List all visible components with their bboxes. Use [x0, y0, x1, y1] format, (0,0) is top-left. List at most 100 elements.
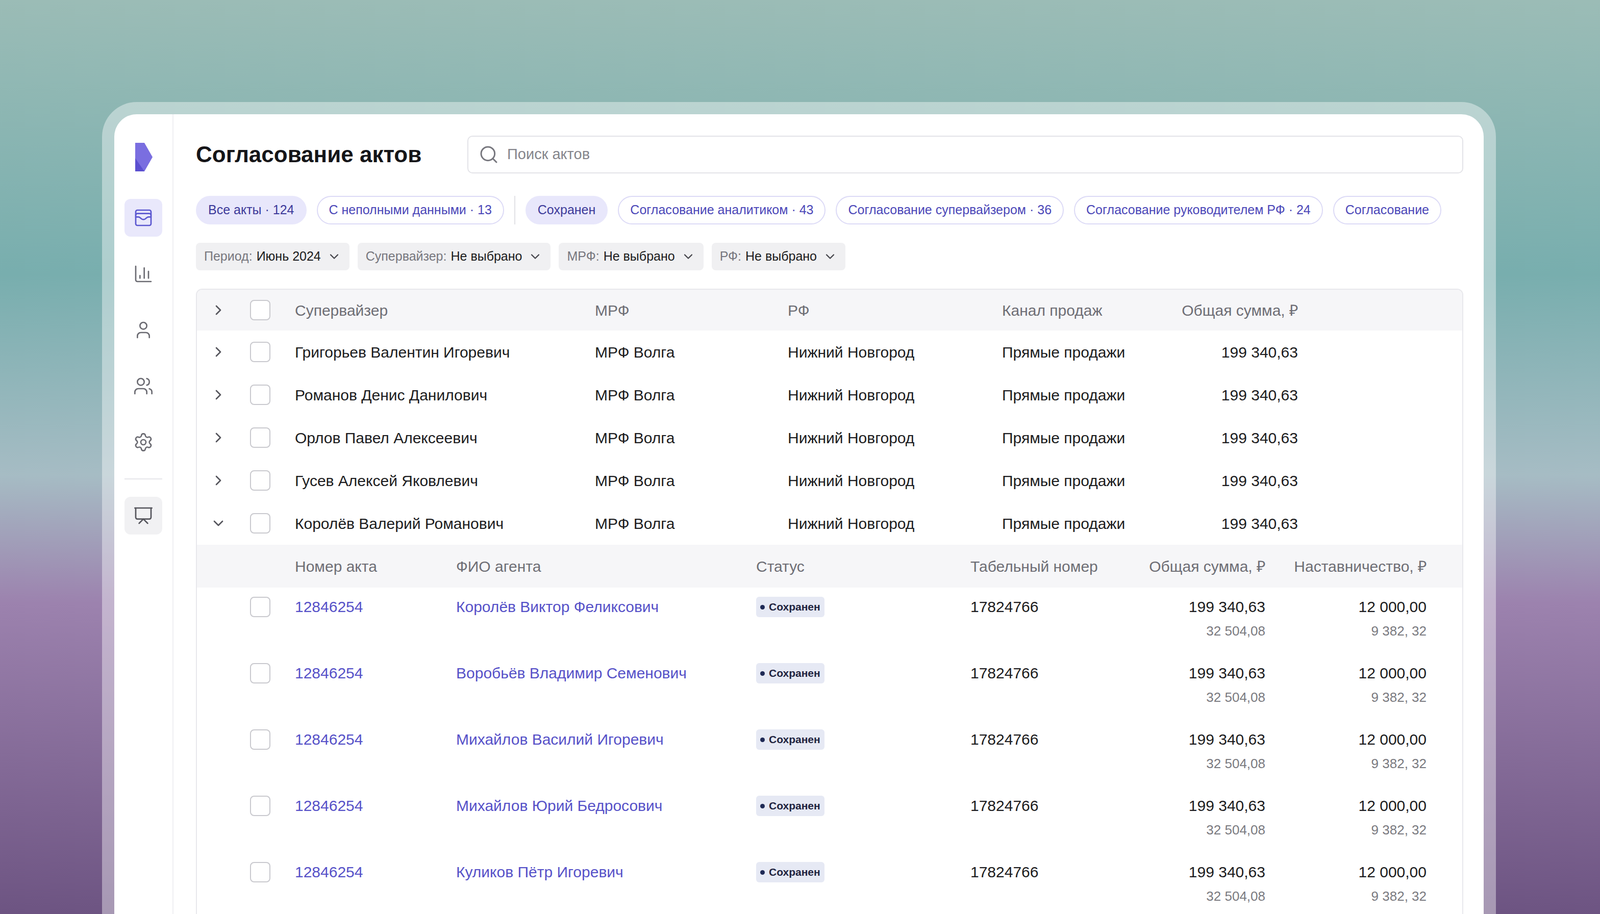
status-dot — [760, 605, 765, 610]
acts-subtable: Номер актаФИО агентаСтатусТабельный номе… — [196, 544, 1463, 914]
expand-toggle[interactable] — [196, 386, 240, 404]
chevron-right-icon — [210, 472, 227, 489]
checkbox[interactable] — [250, 427, 271, 448]
checkbox[interactable] — [250, 862, 271, 883]
supervisor-group: Гусев Алексей ЯковлевичМРФ ВолгаНижний Н… — [196, 459, 1463, 503]
agent-link[interactable]: Куликов Пётр Игоревич — [456, 862, 757, 883]
filter-dropdown[interactable]: РФ:Не выбрано — [711, 242, 846, 271]
checkbox[interactable] — [250, 513, 271, 534]
act-row[interactable]: 12846254Королёв Виктор ФеликсовичСохране… — [196, 587, 1463, 655]
search-field[interactable] — [467, 135, 1464, 174]
table-row[interactable]: Романов Денис ДаниловичМРФ ВолгаНижний Н… — [196, 373, 1463, 417]
column-header: Номер акта — [294, 555, 457, 579]
sidebar-item[interactable] — [124, 311, 163, 349]
act-row[interactable]: 12846254Михайлов Василий ИгоревичСохране… — [196, 720, 1463, 787]
checkbox[interactable] — [250, 341, 271, 363]
status-badge: Сохранен — [756, 596, 825, 618]
chip-separator — [514, 195, 516, 225]
filters: Период:Июнь 2024Супервайзер:Не выбраноМР… — [195, 242, 1464, 271]
agent-link[interactable]: Михайлов Василий Игоревич — [456, 729, 757, 750]
column-header: Канал продаж — [1002, 298, 1171, 322]
column-header: Наставничество, ₽ — [1265, 555, 1427, 579]
filter-chip[interactable]: Согласование аналитиком · 43 — [617, 195, 826, 225]
chevron-down-icon — [528, 249, 543, 264]
status-dot — [760, 870, 765, 875]
table-header: СупервайзерМРФРФКанал продажОбщая сумма,… — [196, 289, 1463, 331]
search-input[interactable] — [507, 143, 1453, 166]
filter-dropdown[interactable]: МРФ:Не выбрано — [558, 242, 704, 271]
filter-dropdown[interactable]: Период:Июнь 2024 — [195, 242, 350, 271]
filter-chip[interactable]: Все акты · 124 — [195, 195, 307, 225]
chevron-right-icon — [210, 429, 227, 446]
chevron-right-icon — [210, 343, 227, 361]
sidebar — [114, 114, 174, 914]
acts-table: СупервайзерМРФРФКанал продажОбщая сумма,… — [195, 288, 1464, 914]
search-icon — [478, 144, 499, 165]
checkbox[interactable] — [250, 470, 271, 491]
agent-link[interactable]: Михайлов Юрий Бедросович — [456, 795, 757, 817]
app-frame: Согласование актов Все акты · 124 С неполн… — [102, 102, 1496, 914]
filter-chip[interactable]: Сохранен — [525, 195, 609, 225]
status-dot — [760, 671, 765, 677]
status-badge: Сохранен — [756, 862, 825, 883]
main: Согласование актов Все акты · 124 С неполн… — [173, 114, 1484, 914]
table-row[interactable]: Гусев Алексей ЯковлевичМРФ ВолгаНижний Н… — [196, 459, 1463, 503]
sidebar-item[interactable] — [124, 496, 163, 535]
act-number-link[interactable]: 12846254 — [294, 729, 457, 750]
status-badge: Сохранен — [756, 663, 825, 684]
expand-toggle[interactable] — [196, 472, 240, 489]
agents-icon — [133, 376, 154, 397]
checkbox[interactable] — [250, 795, 271, 817]
checkbox[interactable] — [250, 663, 271, 684]
agent-link[interactable]: Королёв Виктор Феликсович — [456, 596, 757, 618]
status-chips: Все акты · 124 С неполными данными · 13 Со… — [195, 195, 1464, 225]
column-header: Общая сумма, ₽ — [1170, 298, 1298, 322]
supervisor-group: Королёв Валерий РомановичМРФ ВолгаНижний… — [196, 502, 1463, 914]
sidebar-divider — [124, 478, 163, 480]
supervisor-group: Орлов Павел АлексеевичМРФ ВолгаНижний Но… — [196, 416, 1463, 460]
acts-icon — [133, 207, 154, 229]
chevron-down-icon — [681, 249, 696, 264]
column-header: МРФ — [594, 298, 788, 322]
filter-chip[interactable]: Согласование супервайзером · 36 — [835, 195, 1064, 225]
checkbox[interactable] — [250, 729, 271, 750]
column-header: Супервайзер — [294, 298, 595, 322]
expand-toggle[interactable] — [196, 343, 240, 361]
presentation-icon — [133, 505, 154, 527]
column-header: РФ — [787, 298, 1003, 322]
column-header: Общая сумма, ₽ — [1138, 555, 1266, 579]
filter-chip[interactable]: Согласование руководителем РФ · 24 — [1073, 195, 1323, 225]
act-number-link[interactable]: 12846254 — [294, 862, 457, 883]
act-number-link[interactable]: 12846254 — [294, 663, 457, 684]
act-row[interactable]: 12846254Куликов Пётр ИгоревичСохранен178… — [196, 853, 1463, 914]
checkbox[interactable] — [250, 300, 271, 321]
sidebar-item[interactable] — [124, 367, 163, 406]
status-badge: Сохранен — [756, 729, 825, 750]
act-row[interactable]: 12846254Михайлов Юрий БедросовичСохранен… — [196, 786, 1463, 854]
checkbox[interactable] — [250, 596, 271, 618]
page-title: Согласование актов — [195, 137, 468, 172]
expand-toggle[interactable] — [196, 515, 240, 532]
sidebar-item[interactable] — [124, 198, 163, 237]
filter-chip[interactable]: С неполными данными · 13 — [316, 195, 505, 225]
column-header: Табельный номер — [970, 555, 1139, 579]
expand-toggle[interactable] — [196, 429, 240, 446]
profile-icon — [133, 319, 154, 341]
chevron-down-icon — [327, 249, 342, 264]
checkbox[interactable] — [250, 384, 271, 406]
desktop: Согласование актов Все акты · 124 С неполн… — [0, 0, 1600, 914]
chevron-right-icon — [210, 302, 227, 319]
agent-link[interactable]: Воробьёв Владимир Семенович — [456, 663, 757, 684]
filter-dropdown[interactable]: Супервайзер:Не выбрано — [357, 242, 552, 271]
sidebar-item[interactable] — [124, 423, 163, 462]
sidebar-item[interactable] — [124, 255, 163, 293]
act-number-link[interactable]: 12846254 — [294, 596, 457, 618]
status-dot — [760, 737, 765, 743]
act-number-link[interactable]: 12846254 — [294, 795, 457, 817]
table-row[interactable]: Григорьев Валентин ИгоревичМРФ ВолгаНижн… — [196, 330, 1463, 374]
expand-toggle[interactable] — [196, 302, 240, 319]
filter-chip[interactable]: Согласование — [1333, 195, 1442, 225]
table-row[interactable]: Королёв Валерий РомановичМРФ ВолгаНижний… — [196, 502, 1463, 545]
act-row[interactable]: 12846254Воробьёв Владимир СеменовичСохра… — [196, 654, 1463, 721]
table-row[interactable]: Орлов Павел АлексеевичМРФ ВолгаНижний Но… — [196, 416, 1463, 460]
